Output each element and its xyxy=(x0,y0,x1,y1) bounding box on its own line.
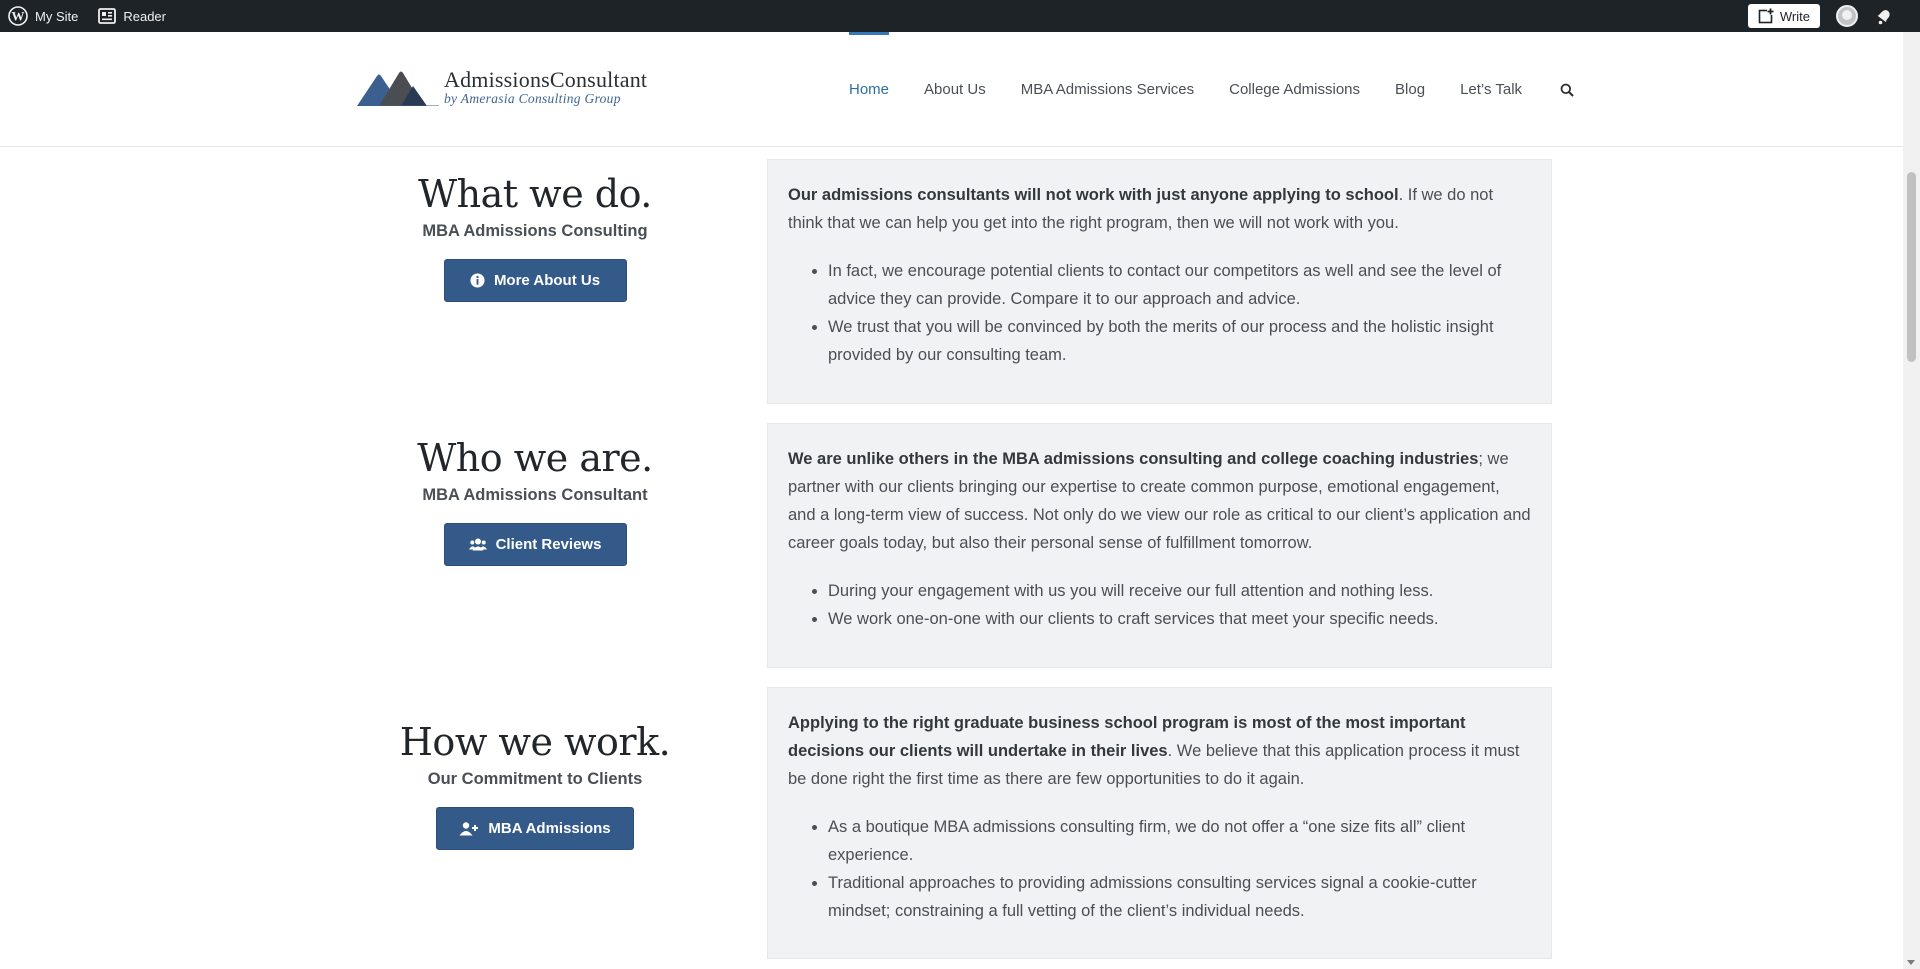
scrollbar-thumb[interactable] xyxy=(1907,172,1916,362)
bullet-list: During your engagement with us you will … xyxy=(788,577,1531,633)
section-subheading: Our Commitment to Clients xyxy=(427,770,643,788)
client-reviews-button[interactable]: Client Reviews xyxy=(443,523,627,566)
users-icon xyxy=(468,538,487,551)
nav-item-college-admissions[interactable]: College Admissions xyxy=(1229,32,1360,147)
site-header: AdmissionsConsultant by Amerasia Consult… xyxy=(0,32,1903,147)
nav-item-lets-talk[interactable]: Let’s Talk xyxy=(1460,32,1522,147)
scroll-down-arrow-icon[interactable] xyxy=(1907,960,1915,965)
write-button[interactable]: Write xyxy=(1747,4,1820,28)
new-post-icon xyxy=(1758,8,1774,24)
nav-item-home[interactable]: Home xyxy=(849,32,890,147)
main-nav: Home About Us MBA Admissions Services Co… xyxy=(849,32,1574,147)
more-about-us-button[interactable]: More About Us xyxy=(443,259,627,302)
logo-subtitle: by Amerasia Consulting Group xyxy=(444,91,621,106)
reader-icon xyxy=(98,8,117,24)
list-item: Traditional approaches to providing admi… xyxy=(828,869,1531,925)
button-label: MBA Admissions xyxy=(488,820,611,837)
bullet-list: As a boutique MBA admissions consulting … xyxy=(788,813,1531,925)
nav-item-mba-admissions-services[interactable]: MBA Admissions Services xyxy=(1021,32,1194,147)
reader-label: Reader xyxy=(123,8,166,24)
notifications-bell-icon[interactable] xyxy=(1874,6,1894,26)
section-heading: How we work. xyxy=(399,720,671,764)
list-item: In fact, we encourage potential clients … xyxy=(828,257,1531,313)
admin-bar: W My Site Reader Write xyxy=(0,0,1920,32)
section-heading: What we do. xyxy=(418,172,652,216)
nav-item-blog[interactable]: Blog xyxy=(1395,32,1425,147)
my-site-link[interactable]: W My Site xyxy=(0,0,88,32)
list-item: We trust that you will be convinced by b… xyxy=(828,313,1531,369)
mba-admissions-button[interactable]: MBA Admissions xyxy=(436,807,634,850)
lead-bold: Our admissions consultants will not work… xyxy=(788,186,1399,204)
list-item: During your engagement with us you will … xyxy=(828,577,1531,605)
lead-bold: We are unlike others in the MBA admissio… xyxy=(788,450,1479,468)
info-circle-icon xyxy=(470,273,485,288)
write-label: Write xyxy=(1779,8,1810,24)
section-heading: Who we are. xyxy=(417,436,653,480)
section-subheading: MBA Admissions Consultant xyxy=(422,486,648,504)
reader-link[interactable]: Reader xyxy=(88,0,176,32)
search-icon[interactable] xyxy=(1560,83,1574,97)
mountains-logo-icon xyxy=(357,71,439,106)
panel-lead: We are unlike others in the MBA admissio… xyxy=(788,445,1531,557)
my-site-label: My Site xyxy=(35,8,79,24)
svg-text:W: W xyxy=(12,9,25,24)
page-scrollbar[interactable] xyxy=(1903,32,1920,969)
user-plus-icon xyxy=(459,822,479,836)
list-item: We work one-on-one with our clients to c… xyxy=(828,605,1531,633)
nav-item-about-us[interactable]: About Us xyxy=(924,32,986,147)
button-label: Client Reviews xyxy=(495,536,602,553)
panel-lead: Our admissions consultants will not work… xyxy=(788,181,1531,237)
panel-lead: Applying to the right graduate business … xyxy=(788,709,1531,793)
list-item: As a boutique MBA admissions consulting … xyxy=(828,813,1531,869)
section-subheading: MBA Admissions Consulting xyxy=(422,222,648,240)
site-logo[interactable]: AdmissionsConsultant by Amerasia Consult… xyxy=(357,69,647,107)
logo-title: AdmissionsConsultant xyxy=(444,67,648,92)
content-panel: Our admissions consultants will not work… xyxy=(767,159,1552,404)
button-label: More About Us xyxy=(493,272,601,289)
wordpress-icon: W xyxy=(8,6,28,26)
bullet-list: In fact, we encourage potential clients … xyxy=(788,257,1531,369)
content-panel: We are unlike others in the MBA admissio… xyxy=(767,423,1552,668)
content-panel: Applying to the right graduate business … xyxy=(767,687,1552,959)
user-avatar[interactable] xyxy=(1836,5,1858,27)
